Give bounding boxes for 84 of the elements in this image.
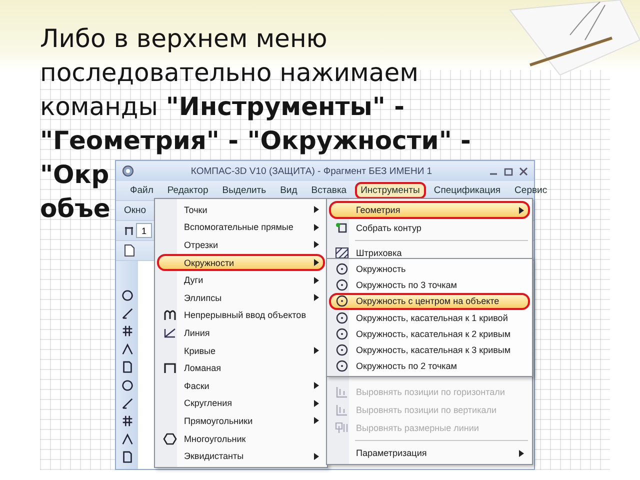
page-tool-icon[interactable]	[120, 451, 134, 464]
menu-item[interactable]: Вспомогательные прямые	[157, 218, 325, 236]
menu-item[interactable]: Окружность, касательная к 2 кривым	[329, 326, 530, 342]
page-tool-icon[interactable]	[120, 361, 134, 374]
menu-item[interactable]: Окружность с центром на объекте	[329, 293, 530, 310]
submenu-arrow-icon	[314, 400, 319, 407]
menu-item[interactable]: Непрерывный ввод объектов	[157, 306, 325, 324]
slide-text-fragment: "Окр	[40, 159, 110, 191]
menu-item[interactable]: Окружность по 2 точкам	[329, 358, 530, 374]
move-grip-icon[interactable]	[124, 226, 134, 236]
submenu-arrow-icon	[314, 241, 319, 248]
menu-bar-item[interactable]: Окно	[118, 202, 152, 219]
menu-item[interactable]: Окружность	[329, 261, 530, 278]
menu-item[interactable]: Параметризация	[329, 444, 530, 462]
circle-icon	[336, 344, 348, 356]
menu-item[interactable]: Дуги	[157, 271, 325, 289]
maximize-icon[interactable]	[504, 166, 513, 176]
submenu-arrow-icon	[314, 276, 319, 284]
angle-tool-icon[interactable]	[120, 433, 134, 446]
menu-bar-item[interactable]: Выделить	[216, 182, 272, 199]
window-title: КОМПАС-3D V10 (ЗАЩИТА) - Фрагмент БЕЗ ИМЕНИ 1	[190, 166, 434, 176]
align-icon	[335, 386, 349, 398]
circle-icon	[336, 312, 348, 324]
input-field[interactable]: 1	[136, 223, 152, 238]
new-document-icon[interactable]	[124, 244, 135, 257]
submenu-arrow-icon	[314, 347, 319, 354]
hatch-icon	[335, 247, 349, 259]
submenu-arrow-icon	[314, 382, 319, 390]
menu-item[interactable]: Точки	[157, 201, 325, 219]
menu-item[interactable]: Кривые	[157, 342, 325, 360]
menu-bar-item[interactable]: Инструменты	[354, 182, 426, 199]
menu-item[interactable]: Эквидистанты	[157, 447, 325, 465]
submenu-arrow-icon	[519, 206, 524, 214]
slide-text: Либо в верхнем меню последовательно нажимаем команды "Инструменты" - "Геометрия" - "Окружности" -	[40, 23, 472, 157]
circle-tool-icon[interactable]	[120, 289, 134, 302]
line-icon	[163, 326, 177, 339]
menu-item[interactable]: Линия	[157, 324, 325, 342]
grid-tool-icon[interactable]	[120, 325, 134, 338]
menu-item[interactable]: Окружность, касательная к 3 кривым	[329, 342, 530, 358]
app-logo-icon	[122, 165, 134, 177]
menu-item[interactable]: Многоугольник	[157, 430, 325, 448]
menu-item[interactable]: Отрезки	[157, 236, 325, 254]
circle-icon	[336, 328, 348, 340]
menu-item[interactable]: Окружности	[157, 254, 325, 272]
submenu-arrow-icon	[314, 206, 319, 214]
angle-tool-icon[interactable]	[120, 343, 134, 356]
curve-icon	[163, 309, 177, 322]
menu-item[interactable]: Штриховка	[329, 244, 530, 262]
menu-bar-item[interactable]: Файл	[124, 182, 160, 199]
menu-bar-item[interactable]: Вставка	[305, 182, 353, 199]
align-icon	[335, 404, 349, 416]
submenu-arrow-icon	[314, 294, 319, 302]
circle-tool-icon[interactable]	[120, 379, 134, 392]
circle-icon	[336, 295, 348, 308]
menu-item[interactable]: Скругления	[157, 394, 325, 412]
contour-icon	[335, 222, 349, 234]
menu-item[interactable]: Собрать контур	[329, 219, 530, 237]
menu-item[interactable]: Прямоугольники	[157, 412, 325, 430]
menu-bar-item[interactable]: Сервис	[508, 182, 554, 199]
menu-item[interactable]: Окружность по 3 точкам	[329, 277, 530, 294]
segment-tool-icon[interactable]	[120, 307, 134, 320]
grid-tool-icon[interactable]	[120, 415, 134, 428]
submenu-arrow-icon	[519, 450, 524, 457]
menu-item[interactable]: Ломаная	[157, 359, 325, 377]
menu-item[interactable]: Геометрия	[329, 201, 530, 219]
submenu-arrow-icon	[314, 417, 319, 424]
submenu-arrow-icon	[314, 224, 319, 231]
close-icon[interactable]	[519, 166, 528, 176]
menu-bar-item[interactable]: Редактор	[161, 182, 214, 199]
polyline-icon	[163, 362, 177, 374]
circle-icon	[336, 360, 348, 372]
menu-item[interactable]: Фаски	[157, 376, 325, 395]
slide-text-fragment: объе	[40, 193, 110, 225]
circle-icon	[336, 279, 348, 292]
menu-item[interactable]: Окружность, касательная к 1 кривой	[329, 310, 530, 326]
submenu-arrow-icon	[314, 452, 319, 460]
segment-tool-icon[interactable]	[120, 397, 134, 410]
circle-icon	[336, 263, 348, 276]
submenu-arrow-icon	[314, 259, 319, 266]
menu-bar-item[interactable]: Спецификация	[428, 182, 507, 199]
menu-bar-item[interactable]: Вид	[274, 182, 304, 199]
menu-item[interactable]: Эллипсы	[157, 288, 325, 307]
hexagon-icon	[163, 432, 177, 445]
dimension-icon	[335, 422, 349, 434]
